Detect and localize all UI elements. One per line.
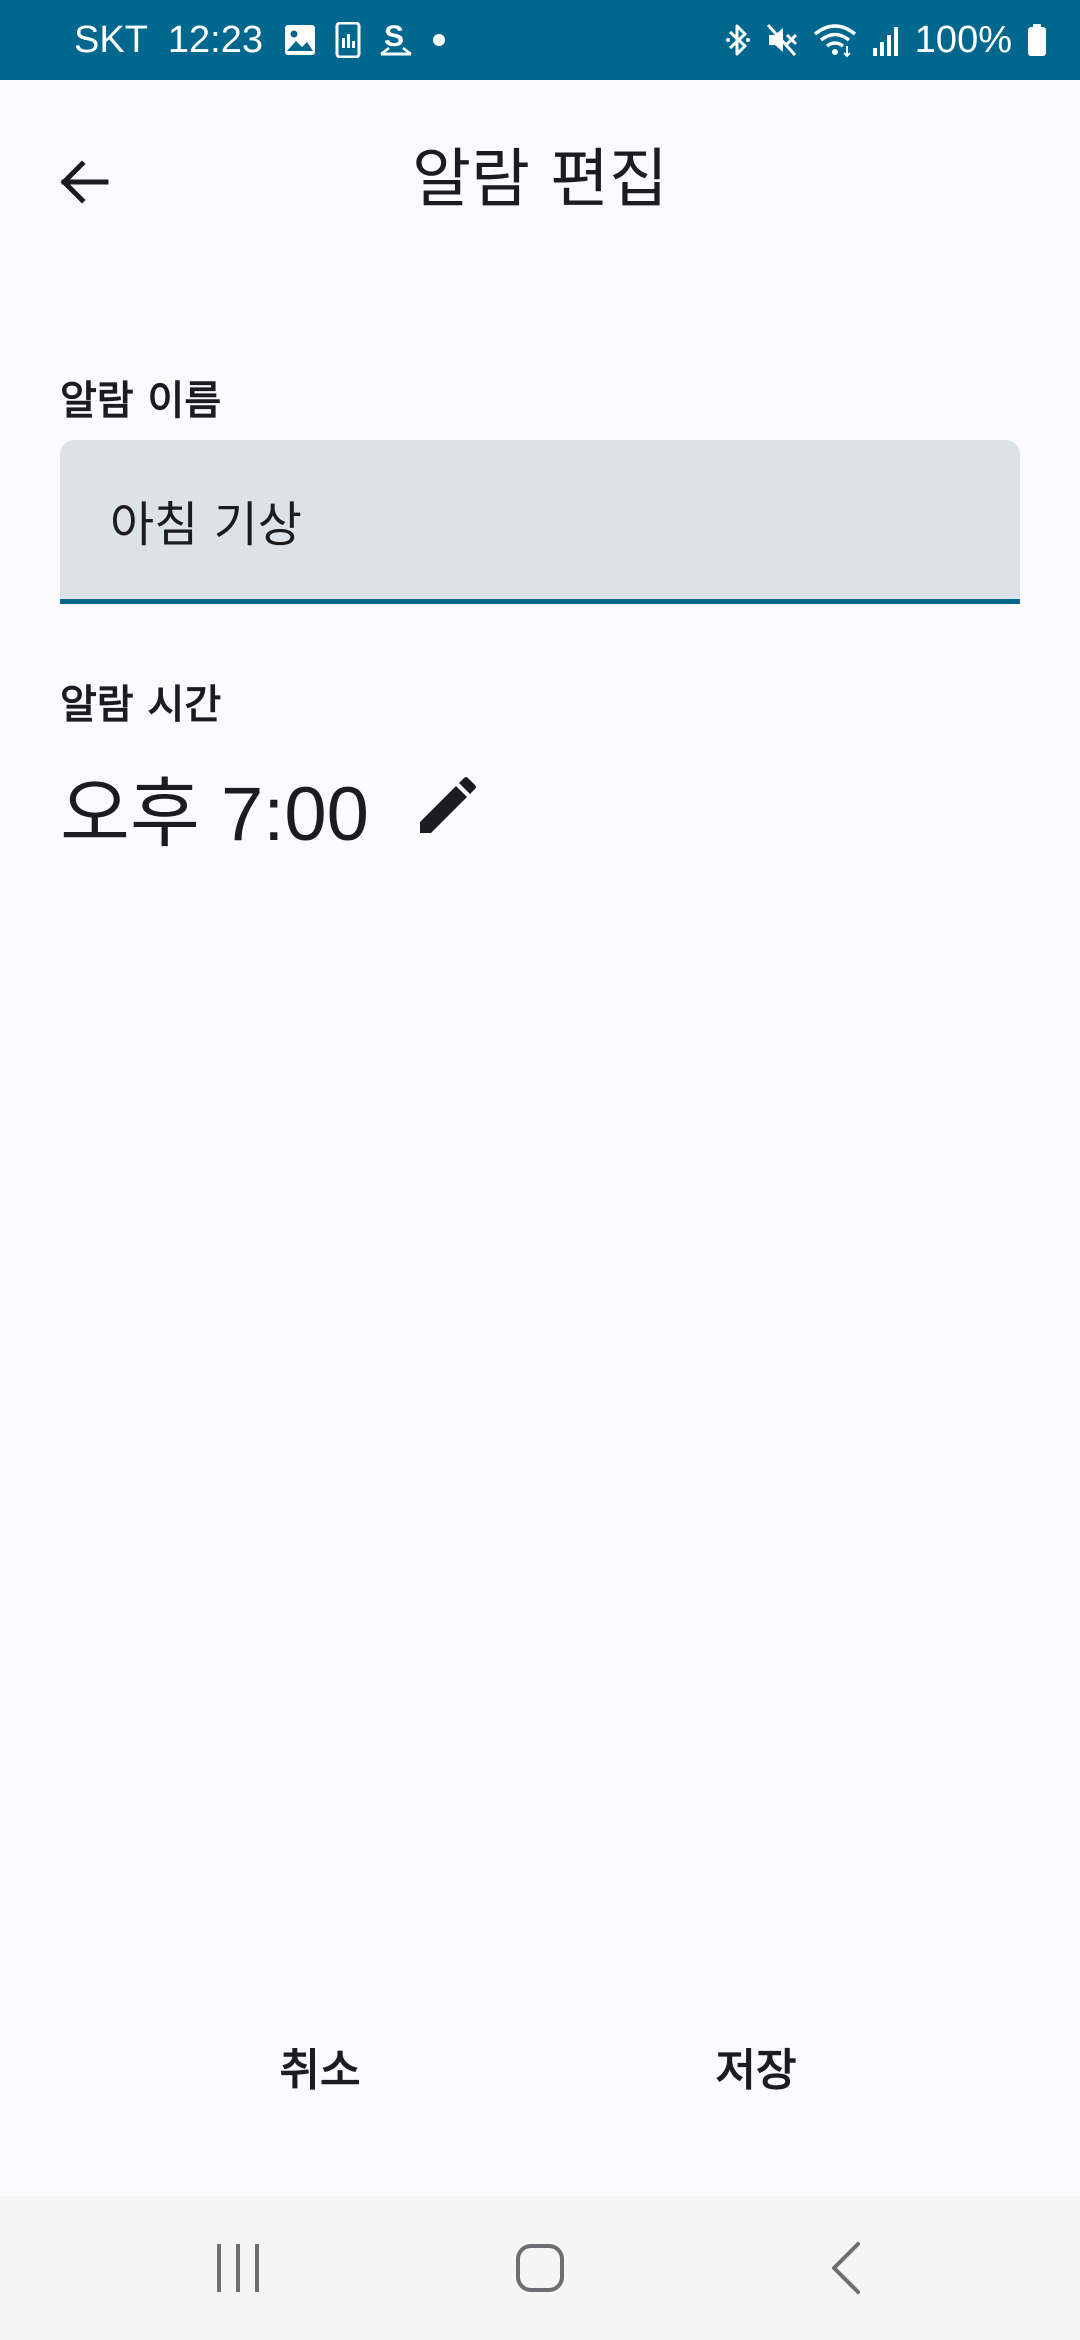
notification-dot-icon <box>431 32 447 48</box>
bluetooth-icon <box>725 22 751 58</box>
status-time: 12:23 <box>167 18 263 61</box>
recents-button[interactable] <box>188 2218 288 2318</box>
status-bar: SKT 12:23 S 100% <box>0 0 1080 80</box>
app-bar: 알람 편집 <box>0 80 1080 276</box>
home-icon <box>516 2244 564 2292</box>
page-title: 알람 편집 <box>412 143 668 217</box>
alarm-time-row: 오후 7:00 <box>60 752 481 862</box>
gallery-icon <box>283 23 317 57</box>
battery-icon <box>1026 22 1048 58</box>
alarm-name-field[interactable] <box>60 440 1020 604</box>
s-logo-icon: S <box>379 22 413 58</box>
phone-data-icon <box>335 22 361 58</box>
home-button[interactable] <box>490 2218 590 2318</box>
recents-icon <box>217 2244 259 2292</box>
chevron-left-icon <box>832 2242 860 2294</box>
alarm-time-value[interactable]: 오후 7:00 <box>60 752 369 862</box>
status-bar-left: SKT 12:23 S <box>74 0 465 80</box>
cancel-button[interactable]: 취소 <box>200 2018 440 2114</box>
alarm-name-label: 알람 이름 <box>60 378 222 424</box>
pencil-icon <box>419 777 476 833</box>
signal-icon <box>871 22 901 58</box>
edit-time-button[interactable] <box>411 772 481 842</box>
alarm-time-label: 알람 시간 <box>60 682 222 728</box>
mute-icon <box>765 22 799 58</box>
battery-percent: 100% <box>914 18 1012 61</box>
navigation-bar <box>0 2196 1080 2340</box>
wifi-icon <box>813 22 857 58</box>
carrier-name: SKT <box>74 18 148 61</box>
status-bar-right: 100% <box>711 0 1048 80</box>
nav-back-button[interactable] <box>796 2218 896 2318</box>
alarm-name-input[interactable] <box>110 440 970 599</box>
save-button[interactable]: 저장 <box>636 2018 876 2114</box>
